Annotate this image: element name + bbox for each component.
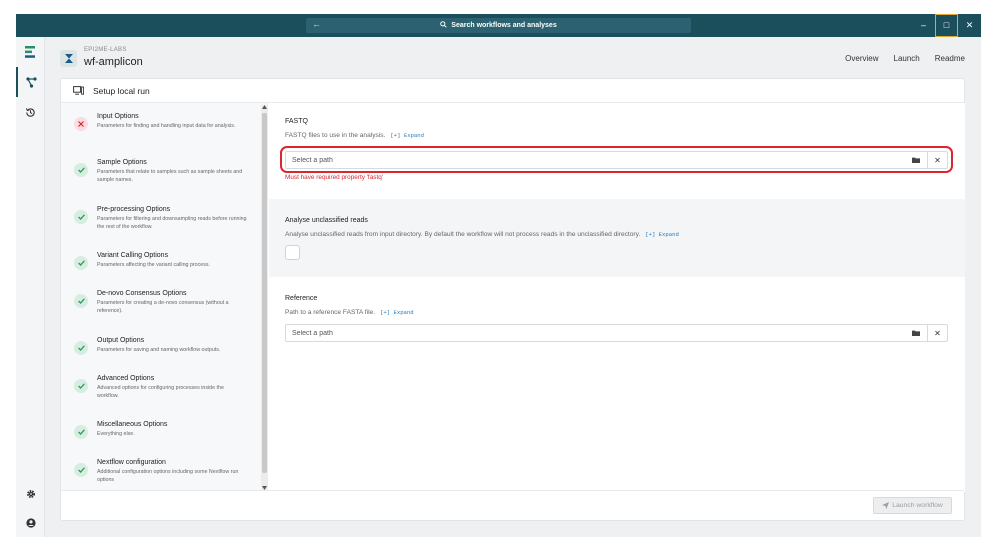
folder-icon[interactable] (906, 325, 926, 341)
options-sidebar: Input Options Parameters for finding and… (61, 103, 268, 492)
nav-overview[interactable]: Overview (845, 54, 878, 63)
step-title: Variant Calling Options (97, 252, 169, 259)
rail-history[interactable] (16, 97, 45, 127)
nav-readme[interactable]: Readme (935, 54, 965, 63)
step-title: Output Options (97, 337, 145, 344)
rail-workflows[interactable] (16, 67, 45, 97)
epi2me-logo-icon (25, 46, 35, 58)
field-label: FASTQ (285, 118, 308, 125)
step-description: Parameters for finding and handling inpu… (97, 123, 236, 129)
check-icon (74, 463, 88, 477)
launch-label: Launch workflow (892, 502, 943, 509)
check-icon (74, 425, 88, 439)
computer-icon (73, 86, 84, 95)
check-icon (74, 379, 88, 393)
step-title: Sample Options (97, 159, 147, 166)
top-nav: Overview Launch Readme (845, 54, 965, 63)
check-icon (74, 210, 88, 224)
field-description: Path to a reference FASTA file. [+] Expan… (285, 309, 414, 316)
user-icon (25, 518, 36, 528)
launch-workflow-button[interactable]: Launch workflow (873, 497, 952, 514)
setup-panel: Setup local run Input Options Parameters… (60, 78, 965, 521)
scroll-up-icon[interactable] (262, 105, 267, 109)
hourglass-icon (64, 54, 73, 63)
reference-path-field[interactable] (292, 328, 892, 339)
step-description: Everything else. (97, 431, 135, 437)
form-content: FASTQ FASTQ files to use in the analysis… (269, 103, 965, 492)
panel-header: Setup local run (61, 79, 964, 103)
workflow-org: EPI2ME-LABS (84, 47, 127, 53)
clear-icon[interactable]: ✕ (927, 325, 947, 341)
step-description: Parameters affecting the variant calling… (97, 262, 210, 268)
field-label: Reference (285, 295, 318, 302)
step-title: Miscellaneous Options (97, 421, 168, 428)
field-fastq: FASTQ FASTQ files to use in the analysis… (269, 103, 965, 199)
step-description: Additional configuration options includi… (97, 469, 239, 483)
search-bar[interactable]: ← Search workflows and analyses (306, 18, 691, 33)
workflow-badge (60, 50, 77, 67)
reference-path-input[interactable]: ✕ (285, 324, 948, 342)
minimize-button[interactable]: – (912, 14, 935, 37)
field-analyse-unclassified: Analyse unclassified reads Analyse uncla… (269, 199, 965, 277)
rail-logo[interactable] (16, 37, 45, 67)
search-icon (440, 21, 447, 28)
folder-icon[interactable] (906, 152, 926, 168)
step-description: Parameters that relate to samples such a… (97, 169, 243, 183)
field-reference: Reference Path to a reference FASTA file… (269, 277, 965, 357)
left-rail (16, 37, 45, 537)
expand-link[interactable]: [+] Expand (390, 132, 424, 139)
step-title: Advanced Options (97, 375, 155, 382)
maximize-button[interactable]: □ (935, 14, 958, 37)
check-icon (74, 163, 88, 177)
send-icon (882, 502, 890, 509)
panel-footer: Launch workflow (61, 490, 964, 520)
validation-error: Must have required property 'fastq' (285, 174, 383, 181)
step-title: De-novo Consensus Options (97, 290, 187, 297)
workflow-name: wf-amplicon (84, 56, 143, 68)
error-icon (74, 117, 88, 131)
scrollbar-thumb[interactable] (262, 113, 267, 473)
gear-icon (26, 490, 35, 498)
close-button[interactable]: ✕ (958, 14, 981, 37)
field-description: FASTQ files to use in the analysis. [+] E… (285, 132, 424, 139)
step-title: Input Options (97, 113, 139, 120)
step-description: Parameters for creating a de-novo consen… (97, 300, 229, 314)
sidebar-scrollbar[interactable] (261, 105, 268, 490)
check-icon (74, 294, 88, 308)
step-description: Parameters for filtering and downsamplin… (97, 216, 247, 230)
title-bar: ← Search workflows and analyses – □ ✕ (16, 14, 981, 37)
step-title: Nextflow configuration (97, 459, 166, 466)
step-title: Pre-processing Options (97, 206, 171, 213)
panel-title: Setup local run (93, 86, 150, 96)
fastq-path-field[interactable] (292, 155, 892, 166)
expand-link[interactable]: [+] Expand (380, 309, 414, 316)
clear-icon[interactable]: ✕ (927, 152, 947, 168)
rail-settings[interactable] (16, 479, 45, 509)
history-icon (25, 107, 35, 117)
check-icon (74, 256, 88, 270)
rail-account[interactable] (16, 508, 45, 537)
nav-launch[interactable]: Launch (894, 54, 920, 63)
step-description: Advanced options for configuring process… (97, 385, 224, 399)
unclassified-checkbox[interactable] (285, 245, 300, 260)
workflow-icon (26, 76, 37, 88)
step-description: Parameters for saving and naming workflo… (97, 347, 221, 353)
app-window: ← Search workflows and analyses – □ ✕ EP… (16, 14, 981, 537)
check-icon (74, 341, 88, 355)
field-description: Analyse unclassified reads from input di… (285, 231, 679, 238)
fastq-path-input[interactable]: ✕ (285, 151, 948, 169)
search-label: Search workflows and analyses (451, 22, 557, 29)
expand-link[interactable]: [+] Expand (645, 231, 679, 238)
field-label: Analyse unclassified reads (285, 217, 368, 224)
